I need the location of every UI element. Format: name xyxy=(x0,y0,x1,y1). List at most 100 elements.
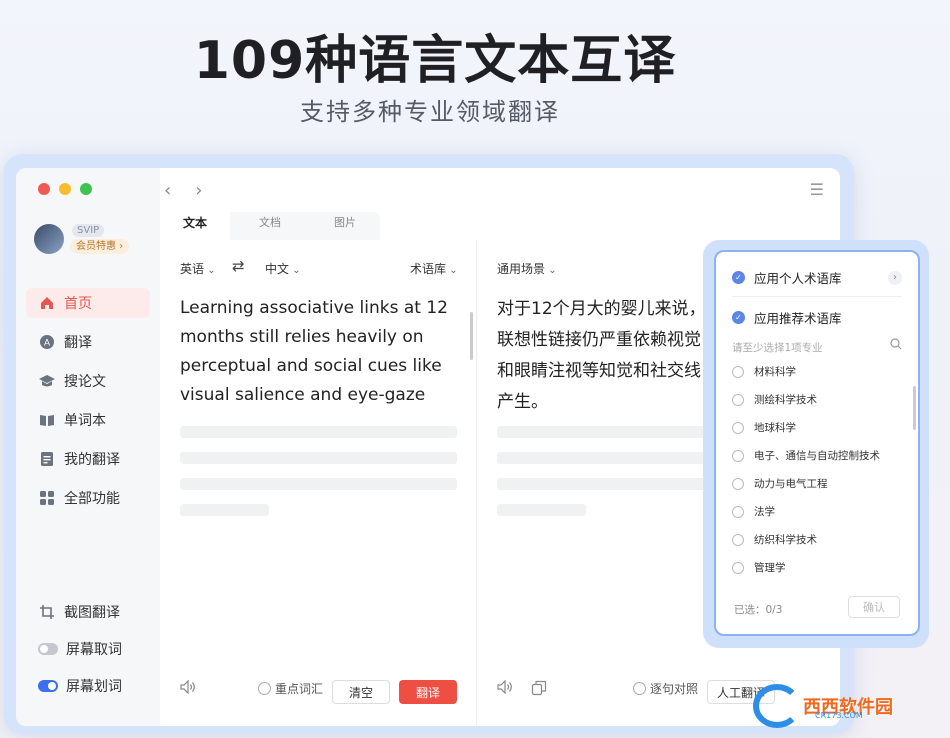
text-placeholder xyxy=(180,452,457,464)
hamburger-menu-icon[interactable]: ☰ xyxy=(810,180,824,199)
popup-scrollbar[interactable] xyxy=(913,386,916,430)
text-placeholder xyxy=(497,426,717,438)
sidebar-item-label: 首页 xyxy=(64,296,92,312)
category-radio[interactable] xyxy=(732,561,744,574)
category-label: 电子、通信与自动控制技术 xyxy=(754,450,880,462)
glossary-select[interactable]: 术语库 ⌄ xyxy=(410,260,458,277)
member-offer-link[interactable]: 会员特惠 › xyxy=(70,239,130,254)
translate-icon: A xyxy=(38,333,56,351)
option-label: 应用个人术语库 xyxy=(754,271,842,286)
source-lang-select[interactable]: 英语 ⌄ xyxy=(180,260,216,277)
copy-icon[interactable] xyxy=(531,680,547,696)
sidebar-item-label: 搜论文 xyxy=(64,374,106,390)
apply-recommended-glossary[interactable]: ✓ 应用推荐术语库 xyxy=(732,308,842,327)
text-placeholder xyxy=(497,478,717,490)
text-placeholder xyxy=(180,426,457,438)
grid-icon xyxy=(38,489,56,507)
toggle-on-icon[interactable] xyxy=(38,680,58,692)
category-radio[interactable] xyxy=(732,477,744,490)
category-radio[interactable] xyxy=(732,449,744,462)
category-item[interactable]: 纺织科学技术 xyxy=(732,532,817,547)
confirm-button[interactable]: 确认 xyxy=(848,596,900,618)
keyword-toggle[interactable]: 重点词汇 xyxy=(258,680,323,697)
text-placeholder xyxy=(497,504,586,516)
home-icon xyxy=(38,294,56,312)
source-text-input[interactable]: Learning associative links at 12 months … xyxy=(180,294,465,410)
sidebar-item-all-features[interactable]: 全部功能 xyxy=(26,483,150,513)
source-lang-label: 英语 xyxy=(180,262,205,276)
category-radio[interactable] xyxy=(732,505,744,518)
chevron-down-icon: ⌄ xyxy=(446,265,458,276)
watermark-sub: CR173.COM xyxy=(815,711,863,720)
category-item[interactable]: 测绘科学技术 xyxy=(732,392,817,407)
avatar[interactable] xyxy=(34,224,64,254)
search-icon[interactable] xyxy=(890,338,902,353)
sidebar-item-label: 单词本 xyxy=(64,413,106,429)
close-window-button[interactable] xyxy=(38,183,50,195)
sidebar-item-wordbook[interactable]: 单词本 xyxy=(26,405,150,435)
sentence-compare-radio[interactable] xyxy=(633,682,646,695)
keyword-radio[interactable] xyxy=(258,682,271,695)
speaker-icon[interactable] xyxy=(180,680,196,694)
glossary-label: 术语库 xyxy=(410,262,447,276)
toggle-off-icon[interactable] xyxy=(38,643,58,655)
sentence-compare-toggle[interactable]: 逐句对照 xyxy=(633,680,698,697)
check-icon: ✓ xyxy=(732,271,745,284)
sidebar-item-screen-select-word[interactable]: 屏幕划词 xyxy=(26,671,150,701)
apply-personal-glossary[interactable]: ✓ 应用个人术语库 › xyxy=(732,268,902,287)
minimize-window-button[interactable] xyxy=(59,183,71,195)
sidebar-item-label: 截图翻译 xyxy=(64,605,120,621)
check-icon: ✓ xyxy=(732,311,745,324)
sidebar-item-home[interactable]: 首页 xyxy=(26,288,150,318)
category-item[interactable]: 动力与电气工程 xyxy=(732,476,828,491)
translate-button[interactable]: 翻译 xyxy=(399,680,457,704)
source-scrollbar[interactable] xyxy=(470,312,473,360)
chevron-right-icon[interactable]: › xyxy=(888,270,902,285)
text-placeholder xyxy=(180,504,269,516)
tab-document[interactable]: 文档 xyxy=(235,206,305,240)
nav-arrows: ‹ › xyxy=(164,180,202,201)
option-label: 应用推荐术语库 xyxy=(754,311,842,326)
category-radio[interactable] xyxy=(732,421,744,434)
category-item[interactable]: 管理学 xyxy=(732,560,786,575)
keyword-label: 重点词汇 xyxy=(275,682,324,696)
sidebar-item-my-translations[interactable]: 我的翻译 xyxy=(26,444,150,474)
sidebar-item-label: 我的翻译 xyxy=(64,452,120,468)
category-label: 动力与电气工程 xyxy=(754,478,828,490)
maximize-window-button[interactable] xyxy=(80,183,92,195)
chevron-down-icon: ⌄ xyxy=(289,265,301,276)
scene-select[interactable]: 通用场景 ⌄ xyxy=(497,260,557,277)
sidebar-item-label: 翻译 xyxy=(64,335,92,351)
clear-button[interactable]: 清空 xyxy=(332,680,390,704)
headline: 109种语言文本互译 xyxy=(193,31,677,91)
document-icon xyxy=(38,450,56,468)
sidebar-item-papers[interactable]: 搜论文 xyxy=(26,366,150,396)
category-radio[interactable] xyxy=(732,533,744,546)
category-item[interactable]: 电子、通信与自动控制技术 xyxy=(732,448,880,463)
book-icon xyxy=(38,411,56,429)
forward-arrow-icon[interactable]: › xyxy=(195,180,202,201)
category-item[interactable]: 材料科学 xyxy=(732,364,796,379)
sidebar-item-screen-word-pick[interactable]: 屏幕取词 xyxy=(26,634,150,664)
category-label: 地球科学 xyxy=(754,422,796,434)
tab-text[interactable]: 文本 xyxy=(160,206,230,240)
category-item[interactable]: 法学 xyxy=(732,504,775,519)
sidebar-item-label: 屏幕划词 xyxy=(66,679,122,695)
sidebar-item-translate[interactable]: A 翻译 xyxy=(26,327,150,357)
sentence-compare-label: 逐句对照 xyxy=(650,682,699,696)
category-label: 测绘科学技术 xyxy=(754,394,817,406)
swap-languages-icon[interactable]: ⇄ xyxy=(232,257,245,275)
category-radio[interactable] xyxy=(732,365,744,378)
category-label: 管理学 xyxy=(754,562,786,574)
category-radio[interactable] xyxy=(732,393,744,406)
tab-image[interactable]: 图片 xyxy=(310,206,380,240)
speaker-icon[interactable] xyxy=(497,680,513,694)
category-label: 法学 xyxy=(754,506,775,518)
window-controls xyxy=(38,183,92,195)
target-lang-select[interactable]: 中文 ⌄ xyxy=(265,260,301,277)
sidebar-item-screenshot-translate[interactable]: 截图翻译 xyxy=(26,597,150,627)
back-arrow-icon[interactable]: ‹ xyxy=(164,180,171,201)
category-item[interactable]: 地球科学 xyxy=(732,420,796,435)
text-placeholder xyxy=(497,452,717,464)
sidebar-item-label: 屏幕取词 xyxy=(66,642,122,658)
